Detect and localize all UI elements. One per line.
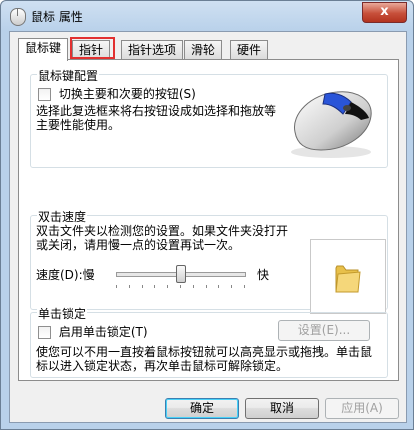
button-configuration-group: 鼠标键配置 切换主要和次要的按钮(S) 选择此复选框来将右按钮设成如选择和拖放等… — [30, 67, 388, 168]
swap-buttons-label: 切换主要和次要的按钮(S) — [58, 87, 196, 101]
slider-tick — [206, 285, 207, 288]
buttons-tab-panel: 鼠标键配置 切换主要和次要的按钮(S) 选择此复选框来将右按钮设成如选择和拖放等… — [18, 59, 399, 381]
title-bar[interactable]: 鼠标 属性 x — [1, 1, 413, 31]
speed-label: 速度(D):慢 — [36, 268, 95, 282]
click-lock-group: 单击锁定 启用单击锁定(T) 设置(E)... 使您可以不用一直按着鼠标按钮就可… — [30, 305, 388, 378]
folder-icon — [335, 265, 361, 293]
slider-tick — [244, 285, 245, 288]
tab-wheel[interactable]: 滑轮 — [184, 40, 223, 59]
button-config-description: 选择此复选框来将右按钮设成如选择和拖放等主要性能使用。 — [36, 104, 277, 132]
mouse-properties-window: 鼠标 属性 x 鼠标键 指针 指针选项 滑轮 硬件 鼠标键配置 切换主要和次要的… — [0, 0, 414, 430]
slider-tick — [116, 285, 117, 288]
double-click-speed-title: 双击速度 — [37, 208, 88, 225]
slider-tick — [142, 285, 143, 288]
double-click-description: 双击文件夹以检测您的设置。如果文件夹没打开或关闭，请用慢一点的设置再试一次。 — [36, 224, 289, 252]
cancel-button[interactable]: 取消 — [245, 398, 319, 419]
click-lock-checkbox[interactable] — [38, 326, 51, 339]
dialog-client: 鼠标键 指针 指针选项 滑轮 硬件 鼠标键配置 切换主要和次要的按钮(S) 选择… — [9, 31, 407, 423]
tab-pointer-options[interactable]: 指针选项 — [121, 40, 184, 59]
close-icon: x — [380, 4, 389, 19]
click-lock-label: 启用单击锁定(T) — [58, 325, 148, 339]
slider-tick — [167, 285, 168, 288]
mouse-icon — [10, 8, 26, 26]
slider-tick — [193, 285, 194, 288]
fast-label: 快 — [257, 268, 270, 282]
window-title: 鼠标 属性 — [31, 10, 83, 24]
click-lock-row[interactable]: 启用单击锁定(T) — [38, 323, 148, 340]
slider-tick — [218, 285, 219, 288]
click-lock-title: 单击锁定 — [37, 305, 88, 322]
close-button[interactable]: x — [362, 2, 407, 23]
ok-button[interactable]: 确定 — [165, 398, 239, 419]
swap-buttons-row[interactable]: 切换主要和次要的按钮(S) — [38, 85, 196, 102]
tab-pointers[interactable]: 指针 — [72, 40, 111, 59]
apply-button[interactable]: 应用(A) — [325, 398, 399, 419]
test-folder-area[interactable] — [310, 239, 386, 314]
double-click-speed-group: 双击速度 双击文件夹以检测您的设置。如果文件夹没打开或关闭，请用慢一点的设置再试… — [30, 208, 388, 314]
mouse-image — [291, 91, 372, 158]
click-lock-settings-button[interactable]: 设置(E)... — [278, 320, 370, 341]
tab-hardware[interactable]: 硬件 — [230, 40, 269, 59]
slider-tick — [154, 285, 155, 288]
slider-tick — [129, 285, 130, 288]
button-configuration-title: 鼠标键配置 — [37, 67, 100, 84]
click-lock-description: 使您可以不用一直按着鼠标按钮就可以高亮显示或拖拽。单击鼠标以进入锁定状态，再次单… — [36, 345, 373, 373]
slider-tick — [180, 285, 181, 288]
double-click-speed-thumb[interactable] — [176, 265, 186, 283]
slider-tick — [231, 285, 232, 288]
swap-buttons-checkbox[interactable] — [38, 88, 51, 101]
tab-buttons[interactable]: 鼠标键 — [18, 38, 69, 61]
